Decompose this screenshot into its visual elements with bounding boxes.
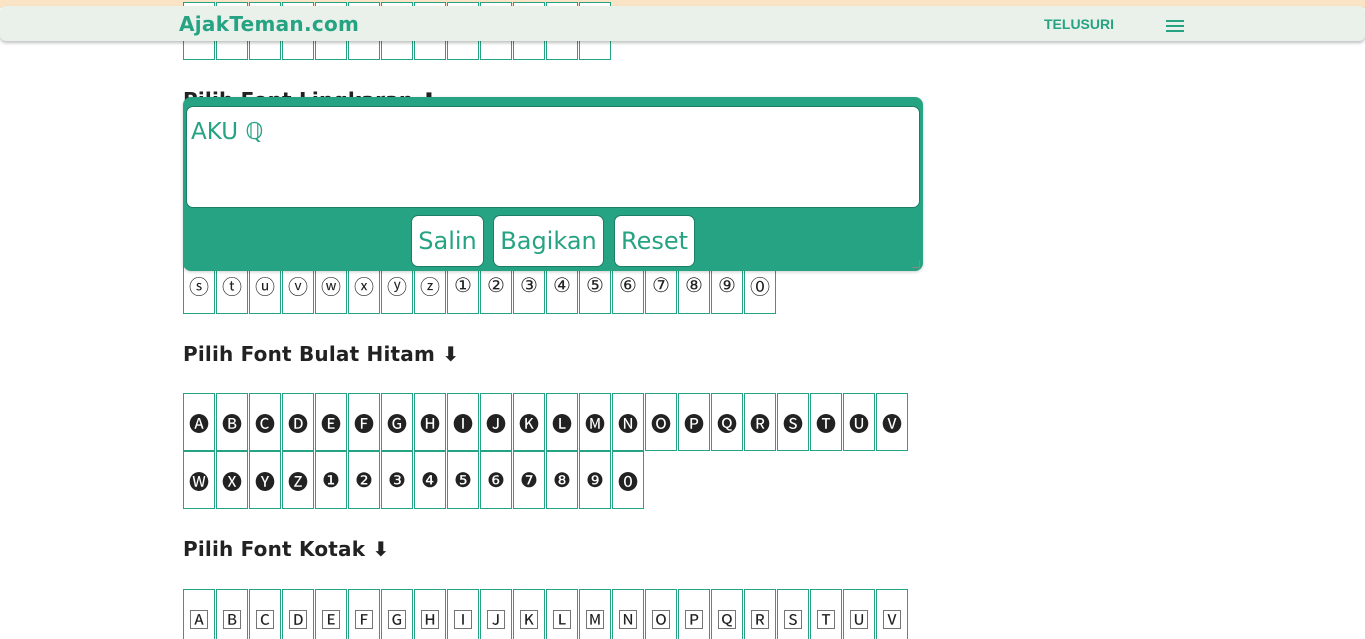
font-char-cell[interactable]: 🄿 — [678, 589, 710, 639]
font-char-cell[interactable]: 🄺 — [513, 589, 545, 639]
font-char-cell[interactable]: 🄸 — [447, 589, 479, 639]
font-char-cell[interactable]: 🄹 — [480, 589, 512, 639]
share-button[interactable]: Bagikan — [493, 215, 604, 267]
font-char-cell[interactable]: 🄽 — [612, 589, 644, 639]
font-char-cell[interactable]: 🅞 — [645, 393, 677, 451]
font-char-cell[interactable]: 🅂 — [777, 589, 809, 639]
text-input[interactable]: AKU ℚ — [186, 106, 920, 208]
font-char-cell[interactable]: 🅑 — [216, 393, 248, 451]
font-char-cell[interactable]: 🅖 — [381, 393, 413, 451]
font-char-cell[interactable]: 🅕 — [348, 393, 380, 451]
site-logo[interactable]: AjakTeman.com — [179, 12, 359, 36]
resize-handle-icon[interactable] — [912, 260, 920, 268]
text-editor-panel: AKU ℚ Salin Bagikan Reset — [183, 97, 923, 271]
font-char-cell[interactable]: 🅢 — [777, 393, 809, 451]
font-char-cell[interactable]: 🄳 — [282, 589, 314, 639]
font-char-cell[interactable]: 🅄 — [843, 589, 875, 639]
font-char-cell[interactable]: 🅥 — [876, 393, 908, 451]
font-char-cell[interactable]: 🄻 — [546, 589, 578, 639]
font-char-cell[interactable]: ❻ — [480, 451, 512, 509]
font-char-cell[interactable]: 🄱 — [216, 589, 248, 639]
font-char-cell[interactable]: 🄷 — [414, 589, 446, 639]
font-char-cell[interactable]: ❶ — [315, 451, 347, 509]
font-char-cell[interactable]: ⓿ — [612, 451, 644, 509]
font-char-cell[interactable]: 🄴 — [315, 589, 347, 639]
section-heading-box: Pilih Font Kotak ⬇ — [183, 537, 390, 561]
font-char-cell[interactable]: 🄲 — [249, 589, 281, 639]
reset-button[interactable]: Reset — [614, 215, 695, 267]
font-char-cell[interactable]: 🅀 — [711, 589, 743, 639]
section-heading-black-circle: Pilih Font Bulat Hitam ⬇ — [183, 342, 460, 366]
font-char-cell[interactable]: 🅗 — [414, 393, 446, 451]
font-char-cell[interactable]: 🅠 — [711, 393, 743, 451]
font-char-cell[interactable]: 🄰 — [183, 589, 215, 639]
hamburger-menu-icon[interactable] — [1166, 20, 1184, 32]
font-char-cell[interactable]: 🅃 — [810, 589, 842, 639]
font-char-cell[interactable]: 🅐 — [183, 393, 215, 451]
font-char-cell[interactable]: 🄼 — [579, 589, 611, 639]
font-char-cell[interactable]: 🅘 — [447, 393, 479, 451]
font-char-cell[interactable]: ❸ — [381, 451, 413, 509]
font-row-black-circle-2: 🅦 🅧 🅨 🅩 ❶ ❷ ❸ ❹ ❺ ❻ ❼ ❽ ❾ ⓿ — [183, 451, 645, 509]
font-char-cell[interactable]: 🅅 — [876, 589, 908, 639]
font-char-cell[interactable]: 🅩 — [282, 451, 314, 509]
font-char-cell[interactable]: 🄵 — [348, 589, 380, 639]
font-char-cell[interactable]: 🅛 — [546, 393, 578, 451]
font-char-cell[interactable]: 🄶 — [381, 589, 413, 639]
font-char-cell[interactable]: 🅜 — [579, 393, 611, 451]
font-char-cell[interactable]: 🅧 — [216, 451, 248, 509]
font-char-cell[interactable]: 🅤 — [843, 393, 875, 451]
font-char-cell[interactable]: ❷ — [348, 451, 380, 509]
font-char-cell[interactable]: ❺ — [447, 451, 479, 509]
font-char-cell[interactable]: ❽ — [546, 451, 578, 509]
font-char-cell[interactable]: 🅣 — [810, 393, 842, 451]
font-row-box-1: 🄰 🄱 🄲 🄳 🄴 🄵 🄶 🄷 🄸 🄹 🄺 🄻 🄼 🄽 🄾 🄿 🅀 🅁 🅂 🅃 🅄 🅅 — [183, 589, 909, 639]
search-link[interactable]: TELUSURI — [1044, 16, 1114, 32]
font-char-cell[interactable]: 🅡 — [744, 393, 776, 451]
copy-button[interactable]: Salin — [411, 215, 484, 267]
font-char-cell[interactable]: ❹ — [414, 451, 446, 509]
font-char-cell[interactable]: 🅦 — [183, 451, 215, 509]
font-char-cell[interactable]: 🅓 — [282, 393, 314, 451]
font-char-cell[interactable]: 🅙 — [480, 393, 512, 451]
font-char-cell[interactable]: 🅝 — [612, 393, 644, 451]
font-char-cell[interactable]: 🅚 — [513, 393, 545, 451]
font-char-cell[interactable]: 🅒 — [249, 393, 281, 451]
font-char-cell[interactable]: ❾ — [579, 451, 611, 509]
font-char-cell[interactable]: 🅟 — [678, 393, 710, 451]
font-char-cell[interactable]: ❼ — [513, 451, 545, 509]
font-char-cell[interactable]: 🅨 — [249, 451, 281, 509]
font-char-cell[interactable]: 🅁 — [744, 589, 776, 639]
font-row-black-circle-1: 🅐 🅑 🅒 🅓 🅔 🅕 🅖 🅗 🅘 🅙 🅚 🅛 🅜 🅝 🅞 🅟 🅠 🅡 🅢 🅣 🅤 🅥 — [183, 393, 909, 451]
navbar: AjakTeman.com TELUSURI — [0, 6, 1365, 41]
font-char-cell[interactable]: 🅔 — [315, 393, 347, 451]
font-char-cell[interactable]: 🄾 — [645, 589, 677, 639]
